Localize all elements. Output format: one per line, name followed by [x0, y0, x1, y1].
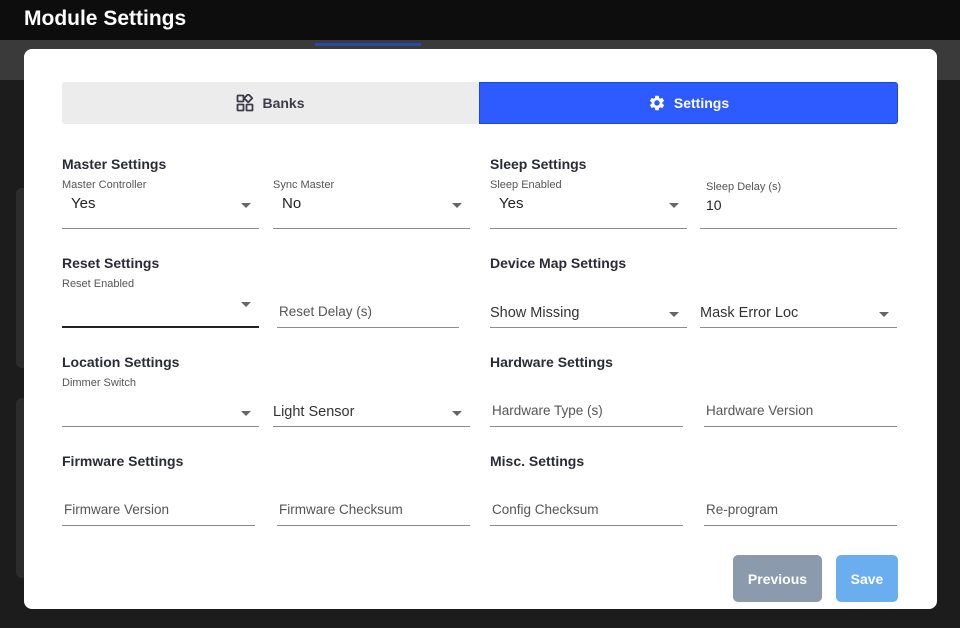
- reset-enabled-select[interactable]: Reset Enabled: [62, 278, 259, 328]
- hardware-type-label: Hardware Type (s): [492, 403, 603, 418]
- app-header: Module Settings: [0, 0, 960, 40]
- module-settings-modal: Banks Settings Master Settings Master Co…: [24, 49, 937, 609]
- firmware-version-field[interactable]: Firmware Version: [62, 476, 255, 526]
- master-controller-label: Master Controller: [62, 179, 147, 191]
- config-checksum-label: Config Checksum: [492, 502, 599, 517]
- show-missing-label: Show Missing: [490, 305, 580, 321]
- chevron-down-icon: [241, 302, 251, 307]
- config-checksum-field[interactable]: Config Checksum: [490, 476, 683, 526]
- tab-settings-label: Settings: [673, 95, 730, 111]
- chevron-down-icon: [669, 312, 679, 317]
- tab-bar: Banks Settings: [62, 82, 898, 124]
- hardware-type-field[interactable]: Hardware Type (s): [490, 377, 683, 427]
- hardware-version-label: Hardware Version: [706, 403, 814, 418]
- tab-banks-label: Banks: [262, 95, 305, 111]
- show-missing-select[interactable]: Show Missing: [490, 278, 687, 328]
- reprogram-label: Re-program: [706, 502, 779, 517]
- master-controller-value: Yes: [71, 195, 96, 212]
- light-sensor-select[interactable]: Light Sensor: [273, 377, 470, 427]
- reset-delay-field[interactable]: Reset Delay (s): [277, 278, 459, 328]
- sleep-enabled-label: Sleep Enabled: [490, 179, 562, 191]
- chevron-down-icon: [669, 203, 679, 208]
- reset-delay-label: Reset Delay (s): [279, 304, 373, 319]
- app-title: Module Settings: [24, 7, 187, 30]
- previous-button[interactable]: Previous: [733, 555, 822, 602]
- sleep-enabled-select[interactable]: Sleep Enabled Yes: [490, 179, 687, 229]
- gear-icon: [648, 94, 666, 112]
- chevron-down-icon: [241, 411, 251, 416]
- mask-error-loc-select[interactable]: Mask Error Loc: [700, 278, 897, 328]
- save-button[interactable]: Save: [836, 555, 898, 602]
- sleep-delay-field[interactable]: Sleep Delay (s) 10: [700, 179, 897, 229]
- sync-master-value: No: [282, 195, 302, 212]
- shapes-icon: [236, 94, 254, 112]
- chevron-down-icon: [452, 411, 462, 416]
- hardware-version-field[interactable]: Hardware Version: [704, 377, 897, 427]
- firmware-checksum-label: Firmware Checksum: [279, 502, 403, 517]
- hardware-settings-title: Hardware Settings: [490, 354, 613, 370]
- background-tab-indicator: [315, 43, 421, 46]
- chevron-down-icon: [452, 203, 462, 208]
- mask-error-loc-label: Mask Error Loc: [700, 305, 799, 321]
- sleep-settings-title: Sleep Settings: [490, 156, 587, 172]
- location-settings-title: Location Settings: [62, 354, 180, 370]
- tab-banks[interactable]: Banks: [62, 82, 479, 124]
- firmware-settings-title: Firmware Settings: [62, 453, 184, 469]
- chevron-down-icon: [879, 312, 889, 317]
- sync-master-label: Sync Master: [273, 179, 335, 191]
- sleep-delay-label: Sleep Delay (s): [706, 181, 782, 193]
- sync-master-select[interactable]: Sync Master No: [273, 179, 470, 229]
- dimmer-switch-label: Dimmer Switch: [62, 377, 136, 389]
- misc-settings-title: Misc. Settings: [490, 453, 585, 469]
- dimmer-switch-select[interactable]: Dimmer Switch: [62, 377, 259, 427]
- reset-settings-title: Reset Settings: [62, 255, 160, 271]
- master-controller-select[interactable]: Master Controller Yes: [62, 179, 259, 229]
- sleep-delay-value: 10: [706, 197, 722, 213]
- master-settings-title: Master Settings: [62, 156, 167, 172]
- tab-settings[interactable]: Settings: [479, 82, 898, 124]
- chevron-down-icon: [241, 203, 251, 208]
- reprogram-field[interactable]: Re-program: [704, 476, 897, 526]
- device-map-settings-title: Device Map Settings: [490, 255, 627, 271]
- firmware-version-label: Firmware Version: [64, 502, 170, 517]
- sleep-enabled-value: Yes: [499, 195, 524, 212]
- reset-enabled-label: Reset Enabled: [62, 278, 135, 290]
- light-sensor-label: Light Sensor: [273, 404, 355, 420]
- firmware-checksum-field[interactable]: Firmware Checksum: [277, 476, 470, 526]
